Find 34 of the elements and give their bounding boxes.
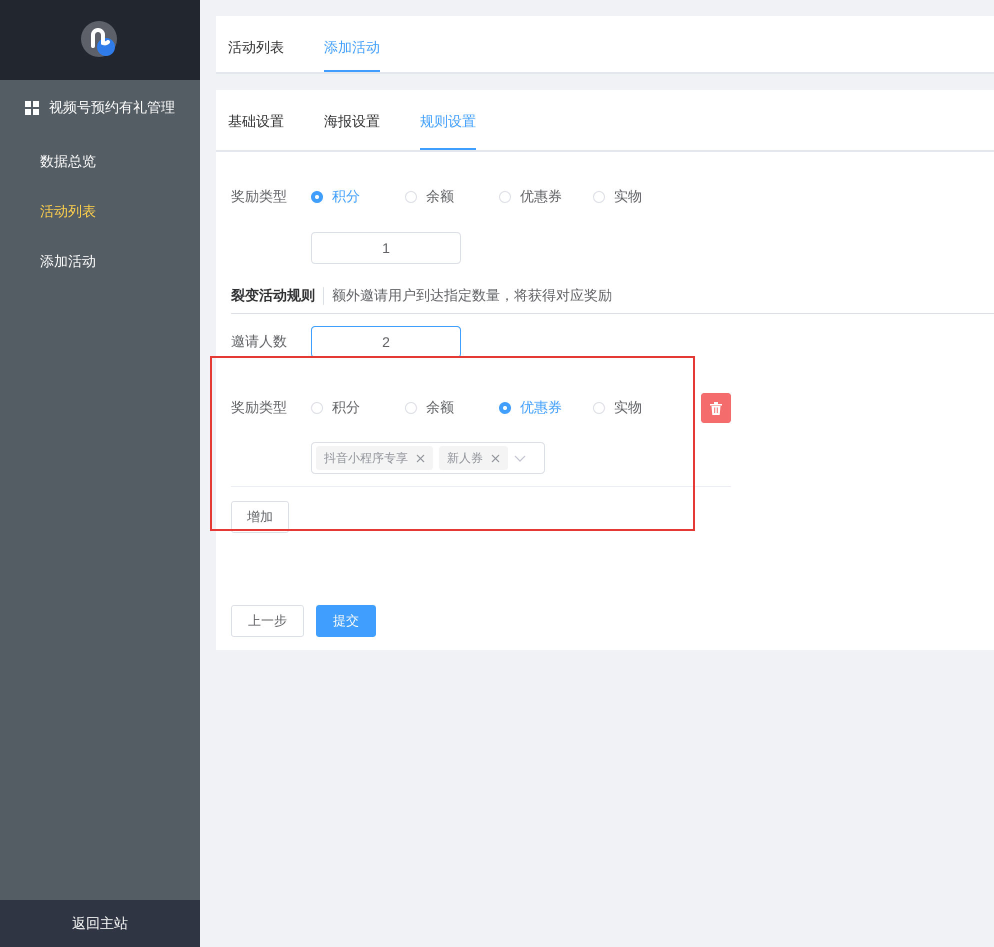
reward-type-radio[interactable]: 优惠券 [499, 188, 563, 206]
field-label: 奖励类型 [231, 399, 288, 417]
sidebar-item[interactable]: 添加活动 [0, 236, 200, 286]
settings-tab[interactable]: 海报设置 [324, 90, 380, 150]
invite-count-field[interactable]: 2 [311, 326, 461, 358]
close-icon[interactable] [416, 454, 425, 462]
sidebar-item[interactable]: 数据总览 [0, 136, 200, 186]
delete-button[interactable] [701, 393, 731, 423]
field-label: 奖励类型 [231, 188, 288, 206]
radio-circle[interactable] [311, 191, 323, 203]
coupon-tag: 抖音小程序专享 [316, 446, 433, 470]
trash-icon [710, 402, 722, 414]
reward-amount-field[interactable]: 1 [311, 232, 461, 264]
previous-button[interactable]: 上一步 [231, 605, 304, 637]
coupon-tag: 新人券 [439, 446, 508, 470]
section-title: 裂变活动规则 [231, 287, 324, 305]
logo-icon [80, 20, 120, 60]
field-label: 邀请人数 [231, 333, 288, 351]
reward-type-radio[interactable]: 实物 [593, 399, 657, 417]
reward-type-radio[interactable]: 积分 [311, 399, 375, 417]
back-home-link[interactable]: 返回主站 [0, 900, 200, 947]
reward-type-radio[interactable]: 余额 [405, 188, 469, 206]
reward-type-radio[interactable]: 余额 [405, 399, 469, 417]
grid-icon [25, 101, 39, 115]
add-button[interactable]: 增加 [231, 501, 289, 533]
radio-circle[interactable] [499, 402, 511, 414]
close-icon[interactable] [491, 454, 500, 462]
nav-tab[interactable]: 活动列表 [228, 16, 284, 72]
section-description: 额外邀请用户到达指定数量，将获得对应奖励 [332, 287, 612, 305]
menu-group-title[interactable]: 视频号预约有礼管理 [49, 99, 175, 117]
reward-type-radio[interactable]: 实物 [593, 188, 657, 206]
sidebar-item[interactable]: 活动列表 [0, 186, 200, 236]
caret-icon [514, 454, 526, 462]
settings-tab[interactable]: 基础设置 [228, 90, 284, 150]
